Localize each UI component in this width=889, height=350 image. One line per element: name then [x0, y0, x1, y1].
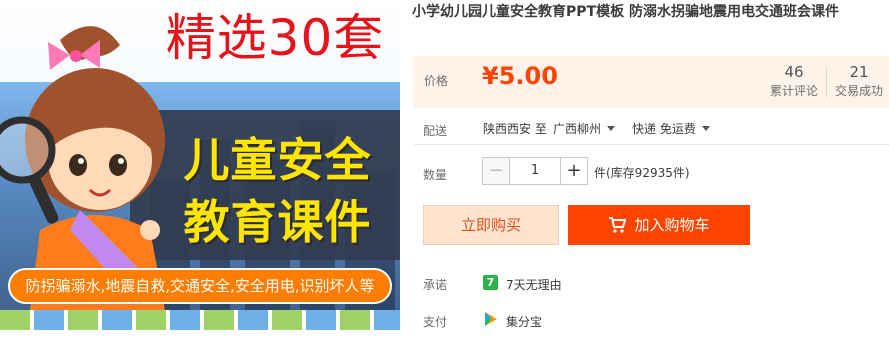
image-banner: 防拐骗溺水,地震自救,交通安全,安全用电,识别坏人等	[8, 268, 392, 304]
image-bottom-strip	[0, 310, 400, 330]
shopping-cart-icon	[609, 217, 627, 233]
reviews-label: 累计评论	[769, 84, 818, 98]
sold-count: 21	[849, 63, 869, 81]
shipping-origin: 陕西西安 至	[483, 122, 547, 136]
shipping-destination: 广西柳州	[553, 122, 602, 136]
seven-day-return-icon: 7	[483, 275, 498, 290]
add-to-cart-label: 加入购物车	[634, 216, 710, 234]
price-label: 价格	[424, 74, 449, 88]
shipping-method: 快递 免运费	[632, 122, 696, 136]
reviews-stat[interactable]: 46 累计评论	[764, 62, 824, 100]
payment-label: 支付	[423, 315, 448, 329]
product-main-image[interactable]: 精选30套 儿童安全 教育课件 防拐骗溺水,地震自救,交通安全,安全用电,识别坏…	[0, 0, 400, 330]
quantity-increase-button[interactable]: +	[560, 157, 588, 185]
sold-stat: 21 交易成功	[832, 62, 886, 100]
section-divider	[414, 144, 889, 145]
add-to-cart-button[interactable]: 加入购物车	[568, 205, 750, 245]
product-title: 小学幼儿园儿童安全教育PPT模板 防溺水拐骗地震用电交通班会课件	[412, 4, 839, 20]
stat-divider	[826, 66, 827, 98]
price-panel: 价格 ¥5.00 46 累计评论 21 交易成功	[414, 56, 889, 108]
shipping-destination-select[interactable]: 广西柳州	[553, 120, 616, 137]
jifenbao-icon	[485, 312, 497, 326]
payment-method: 集分宝	[506, 315, 543, 329]
stock-text: 件(库存92935件)	[594, 166, 690, 180]
shipping-label: 配送	[423, 124, 448, 138]
promise-text[interactable]: 7天无理由	[506, 276, 562, 293]
promise-label: 承诺	[423, 278, 448, 292]
sold-label: 交易成功	[834, 84, 883, 98]
buy-now-button[interactable]: 立即购买	[423, 205, 559, 245]
reviews-count: 46	[784, 63, 804, 81]
price-value: ¥5.00	[482, 62, 558, 90]
quantity-label: 数量	[423, 168, 448, 182]
quantity-input[interactable]: 1	[510, 157, 560, 185]
quantity-stepper: − 1 +	[482, 157, 588, 185]
chevron-down-icon	[607, 126, 616, 131]
shipping-method-select[interactable]: 快递 免运费	[632, 120, 710, 137]
quantity-decrease-button[interactable]: −	[482, 157, 510, 185]
chevron-down-icon	[701, 126, 710, 131]
cartoon-girl-illustration	[0, 26, 165, 310]
